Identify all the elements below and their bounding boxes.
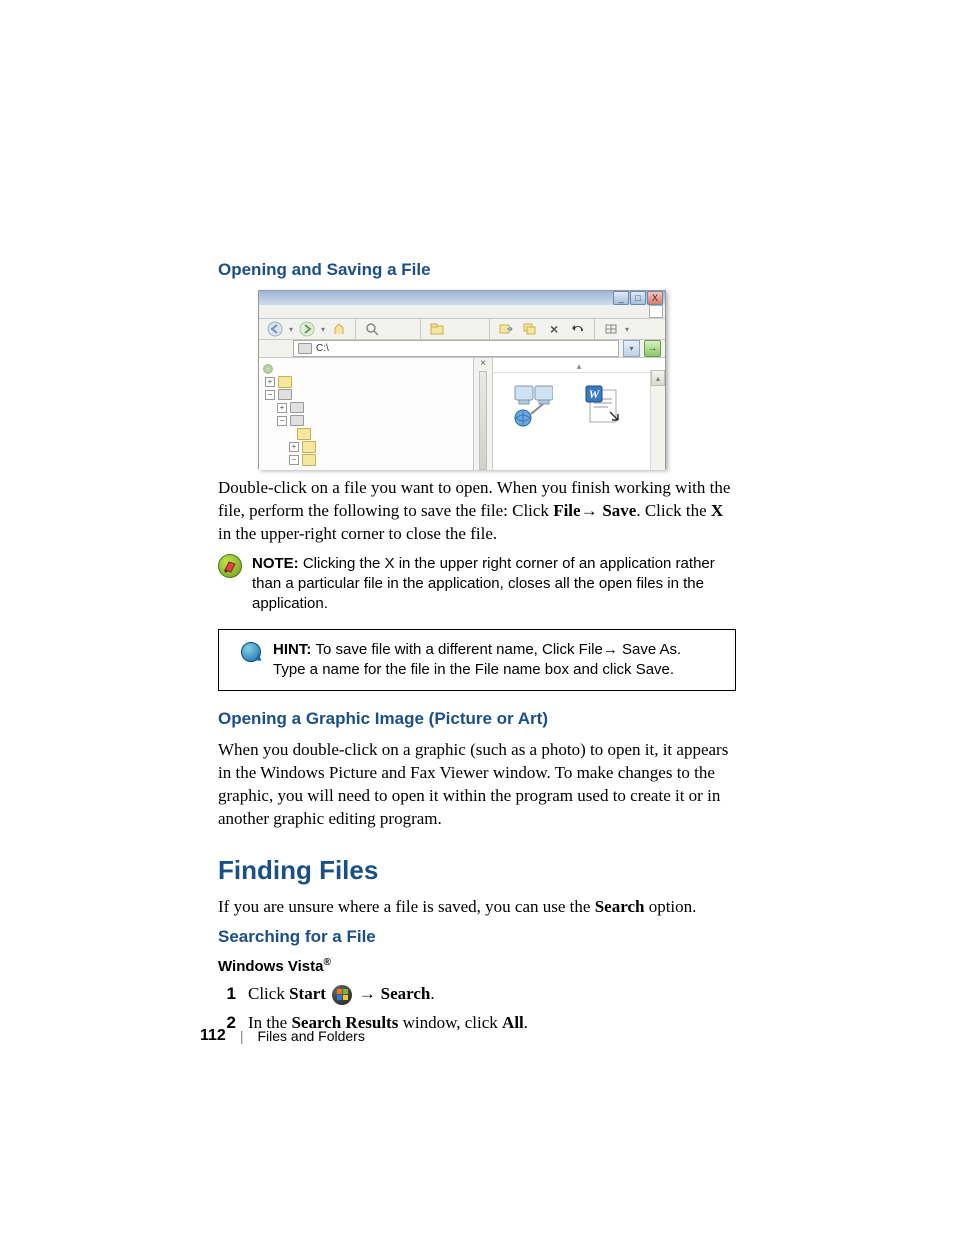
heading-finding-files: Finding Files: [218, 855, 736, 886]
address-dropdown[interactable]: ▾: [623, 340, 640, 357]
close-button[interactable]: X: [647, 291, 663, 305]
heading-windows-vista: Windows Vista®: [218, 957, 736, 975]
drive-icon: [290, 415, 304, 426]
pane-divider[interactable]: ×: [474, 358, 493, 470]
folder-tree[interactable]: + − + − + −: [259, 358, 474, 470]
delete-icon[interactable]: ×: [544, 319, 564, 339]
vertical-scrollbar[interactable]: ▴: [650, 370, 665, 470]
menubar: [259, 305, 665, 319]
address-field[interactable]: C:\: [293, 340, 619, 357]
search-icon[interactable]: [362, 319, 382, 339]
hint-text: HINT: To save file with a different name…: [273, 640, 717, 681]
close-pane-icon[interactable]: ×: [480, 358, 486, 369]
folders-button[interactable]: [427, 319, 447, 339]
views-button[interactable]: [601, 319, 621, 339]
forward-button[interactable]: [297, 319, 317, 339]
note-icon: [218, 554, 242, 578]
graphic-paragraph: When you double-click on a graphic (such…: [218, 739, 736, 831]
network-computers-icon[interactable]: [511, 385, 553, 427]
heading-opening-saving: Opening and Saving a File: [218, 260, 736, 280]
minimize-button[interactable]: _: [613, 291, 629, 305]
expand-toggle[interactable]: −: [277, 416, 287, 426]
expand-toggle[interactable]: −: [265, 390, 275, 400]
expand-toggle[interactable]: +: [289, 442, 299, 452]
note-text: NOTE: Clicking the X in the upper right …: [252, 554, 736, 615]
up-button[interactable]: [329, 319, 349, 339]
window-titlebar: _ □ X: [259, 291, 665, 305]
address-path-text: C:\: [316, 343, 329, 354]
svg-text:W: W: [589, 387, 601, 401]
folder-icon: [302, 441, 316, 453]
dropdown-caret-icon: ▾: [625, 325, 629, 334]
address-bar: C:\ ▾ →: [259, 340, 665, 358]
word-document-icon[interactable]: W: [583, 385, 625, 427]
page-footer: 112 | Files and Folders: [200, 1027, 365, 1045]
scroll-up-icon[interactable]: ▴: [651, 370, 665, 386]
footer-separator: |: [240, 1028, 244, 1044]
expand-toggle[interactable]: +: [265, 377, 275, 387]
explorer-screenshot: _ □ X ▾ ▾: [258, 290, 666, 469]
menubar-icon: [649, 305, 663, 318]
step-1: 1 Click Start → Search.: [218, 981, 736, 1007]
open-save-paragraph: Double-click on a file you want to open.…: [218, 477, 736, 546]
back-button[interactable]: [265, 319, 285, 339]
copy-to-icon[interactable]: [520, 319, 540, 339]
computer-icon: [278, 389, 292, 400]
finding-paragraph: If you are unsure where a file is saved,…: [218, 896, 736, 919]
hint-box: HINT: To save file with a different name…: [218, 629, 736, 692]
content-pane: ▴: [493, 358, 665, 470]
undo-icon[interactable]: [568, 319, 588, 339]
toolbar: ▾ ▾ ×: [259, 319, 665, 340]
expand-toggle[interactable]: −: [289, 455, 299, 465]
hint-icon: [241, 642, 261, 662]
folder-icon: [297, 428, 311, 440]
folder-icon: [278, 376, 292, 388]
folder-icon: [302, 454, 316, 466]
drive-icon: [298, 343, 312, 354]
content-collapse[interactable]: ▴: [493, 360, 665, 373]
heading-opening-graphic: Opening a Graphic Image (Picture or Art): [218, 709, 736, 729]
go-button[interactable]: →: [644, 340, 661, 357]
expand-toggle[interactable]: +: [277, 403, 287, 413]
dropdown-caret-icon: ▾: [321, 325, 325, 334]
footer-section: Files and Folders: [257, 1028, 364, 1044]
heading-searching: Searching for a File: [218, 927, 736, 947]
drive-icon: [290, 402, 304, 413]
desktop-icon: [263, 364, 273, 374]
dropdown-caret-icon: ▾: [289, 325, 293, 334]
move-to-icon[interactable]: [496, 319, 516, 339]
maximize-button[interactable]: □: [630, 291, 646, 305]
page-number: 112: [200, 1027, 226, 1045]
start-orb-icon: [332, 985, 352, 1005]
titlebar-icon: [261, 292, 273, 304]
